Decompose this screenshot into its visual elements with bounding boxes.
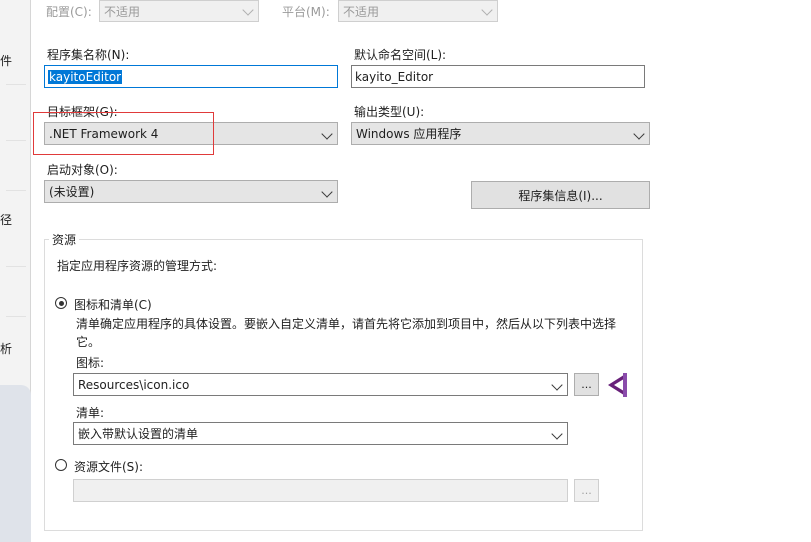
chevron-down-icon xyxy=(633,128,645,140)
icon-label: 图标: xyxy=(76,356,105,370)
output-type-value: Windows 应用程序 xyxy=(356,127,462,141)
resources-group-title: 资源 xyxy=(49,231,80,248)
left-sidebar: 件 径 析 xyxy=(0,0,31,542)
platform-dropdown-value: 不适用 xyxy=(343,4,380,19)
default-namespace-value: kayito_Editor xyxy=(355,69,434,84)
output-type-dropdown[interactable]: Windows 应用程序 xyxy=(351,122,650,145)
visual-studio-icon xyxy=(604,370,632,400)
startup-object-label: 启动对象(O): xyxy=(47,163,118,177)
chevron-down-icon xyxy=(551,379,563,391)
startup-object-dropdown[interactable]: (未设置) xyxy=(44,180,338,203)
startup-object-value: (未设置) xyxy=(49,185,95,199)
assembly-info-button[interactable]: 程序集信息(I)... xyxy=(471,181,650,209)
assembly-info-button-label: 程序集信息(I)... xyxy=(518,188,603,203)
resource-file-radio[interactable] xyxy=(55,459,67,471)
platform-label: 平台(M): xyxy=(282,5,330,19)
config-dropdown[interactable]: 不适用 xyxy=(99,0,259,22)
resources-manage-description: 指定应用程序资源的管理方式: xyxy=(57,259,218,273)
chevron-down-icon xyxy=(551,428,563,440)
config-label: 配置(C): xyxy=(46,5,92,19)
sidebar-divider xyxy=(6,140,26,141)
assembly-name-value: kayitoEditor xyxy=(48,69,123,84)
sidebar-tab-paths[interactable]: 径 xyxy=(0,211,31,228)
radio-selected-dot xyxy=(58,300,64,306)
chevron-down-icon xyxy=(321,186,333,198)
manifest-dropdown[interactable]: 嵌入带默认设置的清单 xyxy=(73,422,568,445)
chevron-down-icon xyxy=(481,4,493,16)
sidebar-divider xyxy=(6,316,26,317)
default-namespace-input[interactable]: kayito_Editor xyxy=(351,65,645,88)
resource-file-browse-button-label: ... xyxy=(581,484,592,497)
sidebar-tab-analysis[interactable]: 析 xyxy=(0,340,31,357)
sidebar-divider xyxy=(6,266,26,267)
output-type-label: 输出类型(U): xyxy=(354,105,425,119)
highlight-annotation-box xyxy=(33,112,214,155)
chevron-down-icon xyxy=(242,4,254,16)
resource-file-browse-button[interactable]: ... xyxy=(574,479,599,502)
sidebar-bottom-panel xyxy=(0,385,31,542)
icon-manifest-radio[interactable] xyxy=(55,297,67,309)
platform-dropdown[interactable]: 不适用 xyxy=(338,0,498,22)
manifest-label: 清单: xyxy=(76,406,105,420)
icon-path-value: Resources\icon.ico xyxy=(78,377,190,392)
icon-manifest-description: 清单确定应用程序的具体设置。要嵌入自定义清单，请首先将它添加到项目中，然后从以下… xyxy=(76,317,617,349)
icon-browse-button[interactable]: ... xyxy=(574,373,599,396)
icon-browse-button-label: ... xyxy=(581,378,592,391)
assembly-name-label: 程序集名称(N): xyxy=(47,48,130,62)
icon-path-dropdown[interactable]: Resources\icon.ico xyxy=(73,373,568,396)
resource-file-radio-label[interactable]: 资源文件(S): xyxy=(74,458,143,475)
assembly-name-input[interactable]: kayitoEditor xyxy=(44,65,338,88)
sidebar-tab-files[interactable]: 件 xyxy=(0,52,31,69)
sidebar-divider xyxy=(6,84,26,85)
sidebar-divider xyxy=(6,190,26,191)
manifest-value: 嵌入带默认设置的清单 xyxy=(78,427,199,441)
config-dropdown-value: 不适用 xyxy=(104,4,141,19)
default-namespace-label: 默认命名空间(L): xyxy=(354,48,447,62)
chevron-down-icon xyxy=(321,128,333,140)
resource-file-input[interactable] xyxy=(73,479,568,502)
icon-manifest-radio-label[interactable]: 图标和清单(C) xyxy=(74,296,152,313)
